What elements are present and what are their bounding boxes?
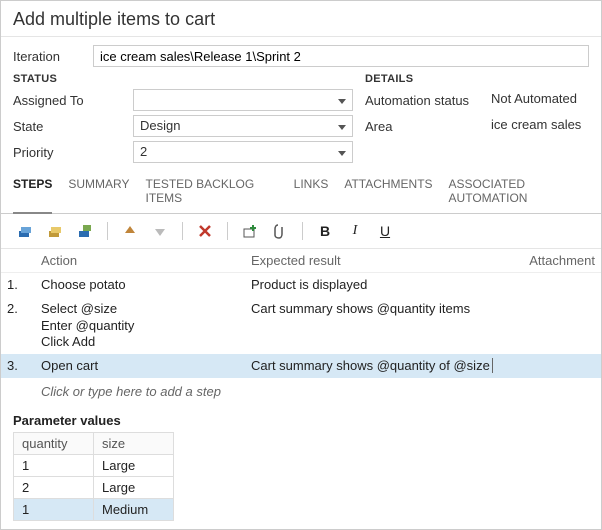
step-expected[interactable]: Product is displayed	[245, 273, 511, 298]
step-number: 2.	[1, 297, 35, 354]
status-heading: STATUS	[13, 73, 353, 85]
bold-icon[interactable]: B	[313, 220, 337, 242]
steps-table: Action Expected result Attachment 1.Choo…	[1, 249, 601, 405]
tab-associated-automation[interactable]: ASSOCIATED AUTOMATION	[449, 177, 589, 209]
steps-toolbar: B I U	[1, 214, 601, 249]
param-row[interactable]: 1Large	[14, 455, 174, 477]
tab-attachments[interactable]: ATTACHMENTS	[344, 177, 432, 209]
param-cell[interactable]: 1	[14, 499, 94, 521]
iteration-input[interactable]	[93, 45, 589, 67]
automation-status-label: Automation status	[365, 93, 485, 108]
separator	[182, 222, 183, 240]
attach-icon[interactable]	[268, 220, 292, 242]
italic-icon[interactable]: I	[343, 220, 367, 242]
step-number: 1.	[1, 273, 35, 298]
state-label: State	[13, 119, 133, 134]
param-cell[interactable]: Large	[94, 455, 174, 477]
add-step-placeholder[interactable]: Click or type here to add a step	[35, 378, 601, 405]
iteration-label: Iteration	[13, 49, 93, 64]
param-col-size: size	[94, 433, 174, 455]
details-heading: DETAILS	[365, 73, 589, 85]
page-title: Add multiple items to cart	[1, 1, 601, 37]
step-row[interactable]: 2.Select @sizeEnter @quantityClick AddCa…	[1, 297, 601, 354]
delete-icon[interactable]	[193, 220, 217, 242]
step-action[interactable]: Choose potato	[35, 273, 245, 298]
priority-select[interactable]: 2	[133, 141, 353, 163]
param-row[interactable]: 2Large	[14, 477, 174, 499]
move-down-icon[interactable]	[148, 220, 172, 242]
param-cell[interactable]: 1	[14, 455, 94, 477]
tab-summary[interactable]: SUMMARY	[68, 177, 129, 209]
steps-col-num	[1, 249, 35, 273]
tab-steps[interactable]: STEPS	[13, 177, 52, 214]
state-select[interactable]: Design	[133, 115, 353, 137]
step-attachment	[511, 273, 601, 298]
steps-col-expected: Expected result	[245, 249, 511, 273]
step-row[interactable]: 3.Open cartCart summary shows @quantity …	[1, 354, 601, 378]
tab-links[interactable]: LINKS	[294, 177, 329, 209]
underline-icon[interactable]: U	[373, 220, 397, 242]
tab-tested-backlog-items[interactable]: TESTED BACKLOG ITEMS	[145, 177, 277, 209]
param-cell[interactable]: 2	[14, 477, 94, 499]
param-row[interactable]: 1Medium	[14, 499, 174, 521]
assigned-to-select[interactable]	[133, 89, 353, 111]
parameters-heading: Parameter values	[1, 405, 601, 432]
step-expected[interactable]: Cart summary shows @quantity of @size	[245, 354, 511, 378]
insert-step-icon[interactable]	[13, 220, 37, 242]
step-number: 3.	[1, 354, 35, 378]
step-expected[interactable]: Cart summary shows @quantity items	[245, 297, 511, 354]
step-action[interactable]: Select @sizeEnter @quantityClick Add	[35, 297, 245, 354]
insert-shared-icon[interactable]	[43, 220, 67, 242]
step-attachment	[511, 297, 601, 354]
move-up-icon[interactable]	[118, 220, 142, 242]
separator	[107, 222, 108, 240]
steps-col-attachment: Attachment	[511, 249, 601, 273]
priority-label: Priority	[13, 145, 133, 160]
tab-bar: STEPS SUMMARY TESTED BACKLOG ITEMS LINKS ATT…	[1, 167, 601, 214]
step-attachment	[511, 354, 601, 378]
automation-status-value: Not Automated	[485, 89, 589, 111]
separator	[227, 222, 228, 240]
param-cell[interactable]: Medium	[94, 499, 174, 521]
assigned-to-label: Assigned To	[13, 93, 133, 108]
step-row[interactable]: 1.Choose potatoProduct is displayed	[1, 273, 601, 298]
area-value: ice cream sales	[485, 115, 589, 137]
area-label: Area	[365, 119, 485, 134]
steps-col-action: Action	[35, 249, 245, 273]
param-col-quantity: quantity	[14, 433, 94, 455]
separator	[302, 222, 303, 240]
step-action[interactable]: Open cart	[35, 354, 245, 378]
param-cell[interactable]: Large	[94, 477, 174, 499]
move-step-icon[interactable]	[73, 220, 97, 242]
parameters-table: quantitysize 1Large2Large1Medium	[13, 432, 174, 521]
add-param-icon[interactable]	[238, 220, 262, 242]
